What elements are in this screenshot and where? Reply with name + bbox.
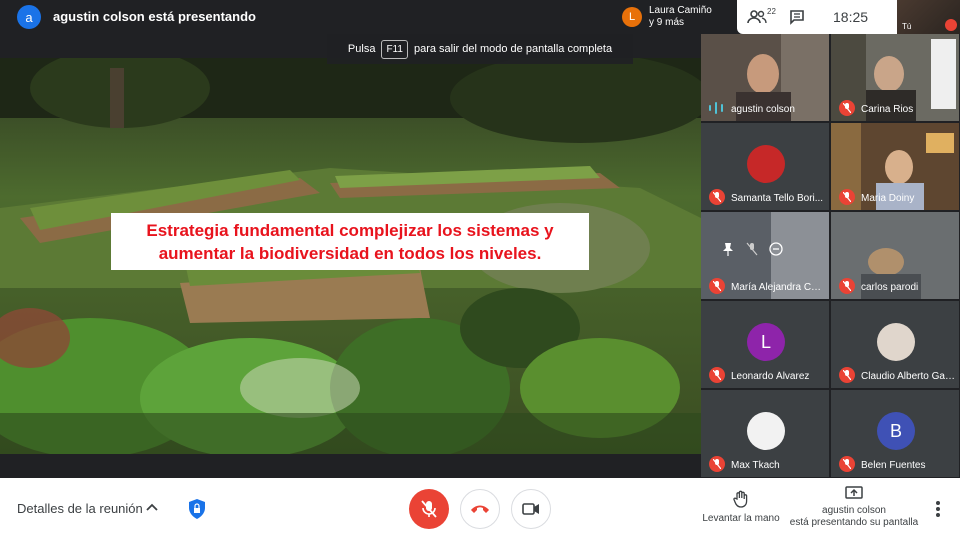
camera-toggle[interactable] [511, 489, 551, 529]
participant-tile[interactable]: agustin colson [701, 34, 829, 121]
tile-hover-controls [721, 242, 783, 256]
meet-window: a agustin colson está presentando L Laur… [0, 0, 960, 540]
attendee-more: y 9 más [649, 17, 685, 28]
participant-name: María Alejandra Car... [731, 282, 825, 293]
chat-button[interactable] [777, 0, 817, 34]
hint-key: F11 [381, 39, 408, 59]
mic-off-icon [709, 189, 725, 205]
microphone-toggle[interactable] [409, 489, 449, 529]
more-options-icon[interactable] [932, 498, 944, 520]
participant-grid: agustin colson Carina Rios Samanta Tello… [701, 34, 960, 478]
mic-off-icon [709, 367, 725, 383]
attendee-avatar: L [622, 7, 642, 27]
shield-lock-icon[interactable] [187, 498, 207, 520]
people-count: 22 [767, 7, 776, 16]
participant-name: Claudio Alberto Gar... [861, 371, 955, 382]
participant-name: Max Tkach [731, 460, 780, 471]
video-camera-icon [522, 503, 539, 515]
participant-name: Leonardo Álvarez [731, 371, 810, 382]
self-view[interactable]: Tú [897, 0, 960, 34]
self-label: Tú [902, 22, 912, 31]
slide-caption: Estrategia fundamental complejizar los s… [111, 213, 589, 270]
speaking-indicator-icon [709, 101, 723, 115]
caption-line-1: Estrategia fundamental complejizar los s… [146, 220, 554, 240]
mute-participant-icon[interactable] [745, 242, 759, 256]
participant-tile[interactable]: Carina Rios [831, 34, 959, 121]
hint-suffix: para salir del modo de pantalla completa [413, 43, 613, 55]
participant-tile[interactable]: Claudio Alberto Gar... [831, 301, 959, 388]
present-screen-icon [845, 486, 863, 499]
participant-photo [747, 145, 785, 183]
caption-line-2: aumentar la biodiversidad en todos los n… [158, 243, 542, 263]
phone-hangup-icon [471, 505, 489, 513]
participant-tile[interactable]: María Alejandra Car... [701, 212, 829, 299]
mic-off-icon [839, 278, 855, 294]
mic-off-icon [839, 456, 855, 472]
hand-icon [733, 490, 748, 508]
raise-hand-button[interactable]: Levantar la mano [700, 490, 782, 525]
participant-photo [747, 412, 785, 450]
chevron-up-icon[interactable] [145, 500, 159, 514]
top-controls: 22 18:25 [737, 0, 897, 34]
participant-tile[interactable]: L Leonardo Álvarez [701, 301, 829, 388]
participant-name: Belen Fuentes [861, 460, 926, 471]
mic-off-icon [421, 500, 437, 518]
presenting-title: agustin colson está presentando [53, 9, 256, 24]
presenter-name: agustin colson [822, 505, 886, 516]
presentation-status-button[interactable]: agustin colson está presentando su panta… [786, 486, 922, 529]
presentation-view: Estrategia fundamental complejizar los s… [0, 58, 701, 454]
raise-hand-label: Levantar la mano [702, 513, 780, 524]
participant-tile[interactable]: Maria Doiny [831, 123, 959, 210]
participant-tile[interactable]: B Belen Fuentes [831, 390, 959, 477]
bottom-bar: Detalles de la reunión Levantar la mano … [0, 478, 960, 540]
people-icon [747, 10, 767, 24]
participant-name: agustin colson [731, 104, 795, 115]
hint-prefix: Pulsa [347, 43, 376, 55]
attendee-summary: Laura Camiño y 9 más [649, 5, 712, 29]
mic-off-icon [709, 278, 725, 294]
presenting-status: está presentando su pantalla [789, 517, 919, 528]
participant-name: Samanta Tello Bori... [731, 193, 824, 204]
attendee-name: Laura Camiño [649, 5, 712, 16]
participant-avatar: L [747, 323, 785, 361]
fullscreen-hint: Pulsa F11 para salir del modo de pantall… [327, 34, 633, 64]
participant-tile[interactable]: Max Tkach [701, 390, 829, 477]
pin-icon[interactable] [721, 242, 735, 256]
remove-icon[interactable] [769, 242, 783, 256]
hang-up-button[interactable] [460, 489, 500, 529]
mic-off-icon [709, 456, 725, 472]
participant-name: Carina Rios [861, 104, 914, 115]
participant-photo [877, 323, 915, 361]
participant-tile[interactable]: carlos parodi [831, 212, 959, 299]
recent-attendees[interactable]: L Laura Camiño y 9 más [615, 0, 733, 34]
mic-off-icon [839, 189, 855, 205]
mic-off-icon [839, 100, 855, 116]
chat-icon [790, 10, 804, 25]
presenter-avatar: a [17, 5, 41, 29]
top-bar: a agustin colson está presentando L Laur… [0, 0, 960, 34]
participant-avatar: B [877, 412, 915, 450]
mic-off-icon [945, 19, 957, 31]
clock: 18:25 [833, 9, 869, 25]
participant-tile[interactable]: Samanta Tello Bori... [701, 123, 829, 210]
mic-off-icon [839, 367, 855, 383]
participant-name: carlos parodi [861, 282, 919, 293]
meeting-details-button[interactable]: Detalles de la reunión [17, 501, 143, 516]
participant-name: Maria Doiny [861, 193, 915, 204]
people-button[interactable]: 22 [737, 0, 777, 34]
